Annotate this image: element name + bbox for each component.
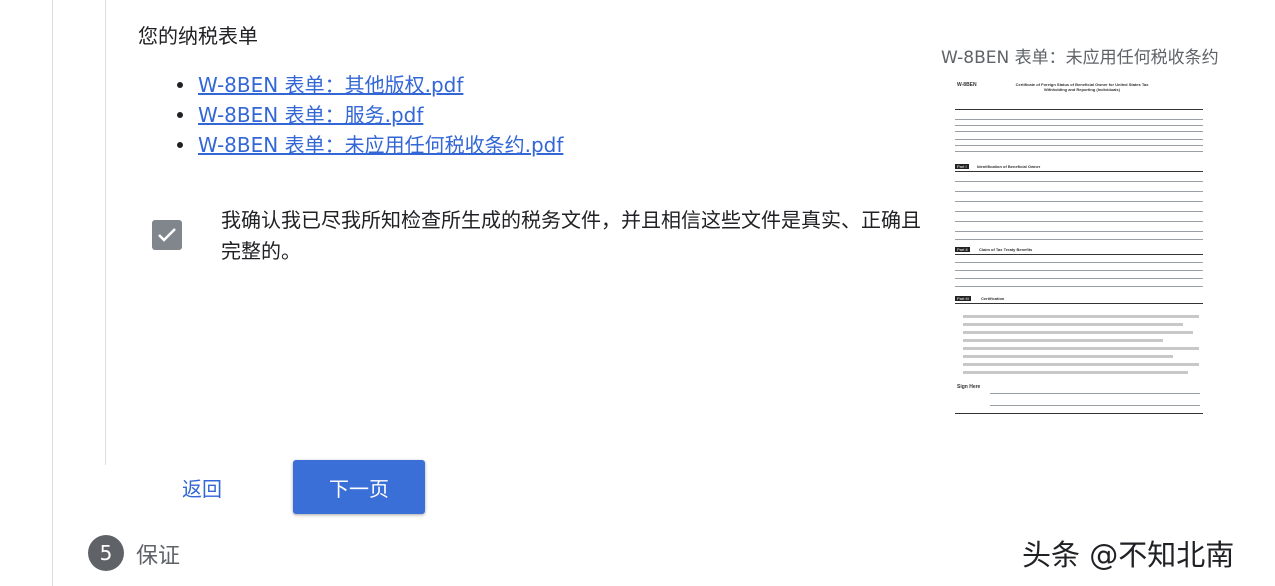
next-button[interactable]: 下一页 xyxy=(293,460,425,514)
section-title: 您的纳税表单 xyxy=(138,24,258,48)
form-preview-thumbnail[interactable]: W-8BEN Certificate of Foreign Status of … xyxy=(955,79,1203,416)
content-divider xyxy=(105,0,106,465)
confirmation-checkbox[interactable] xyxy=(152,220,182,250)
list-item: W-8BEN 表单：服务.pdf xyxy=(177,100,563,130)
form-part-1: Part I xyxy=(955,164,969,169)
document-link-no-treaty[interactable]: W-8BEN 表单：未应用任何税收条约.pdf xyxy=(198,133,563,157)
step-label: 保证 xyxy=(136,544,181,569)
form-part-2-title: Claim of Tax Treaty Benefits xyxy=(979,247,1033,252)
tax-document-list: W-8BEN 表单：其他版权.pdf W-8BEN 表单：服务.pdf W-8B… xyxy=(177,70,563,160)
step-number-badge: 5 xyxy=(88,535,124,571)
list-item: W-8BEN 表单：其他版权.pdf xyxy=(177,70,563,100)
document-link-services[interactable]: W-8BEN 表单：服务.pdf xyxy=(198,103,423,127)
stepper-connector-line xyxy=(52,0,53,586)
checkmark-icon xyxy=(158,228,176,242)
form-part-3: Part III xyxy=(955,296,971,301)
form-number: W-8BEN xyxy=(957,82,977,88)
list-item: W-8BEN 表单：未应用任何税收条约.pdf xyxy=(177,130,563,160)
confirmation-text: 我确认我已尽我所知检查所生成的税务文件，并且相信这些文件是真实、正确且完整的。 xyxy=(221,208,921,263)
watermark: 头条 @不知北南 xyxy=(1022,538,1235,572)
form-part-2: Part II xyxy=(955,247,970,252)
form-part-3-title: Certification xyxy=(981,296,1005,301)
back-button[interactable]: 返回 xyxy=(182,473,222,502)
form-heading: Certificate of Foreign Status of Benefic… xyxy=(1015,82,1149,92)
form-part-1-title: Identification of Beneficial Owner xyxy=(977,164,1041,169)
document-link-other-copyright[interactable]: W-8BEN 表单：其他版权.pdf xyxy=(198,73,463,97)
form-sign-here: Sign Here xyxy=(957,384,981,390)
preview-title: W-8BEN 表单：未应用任何税收条约 xyxy=(941,48,1219,68)
